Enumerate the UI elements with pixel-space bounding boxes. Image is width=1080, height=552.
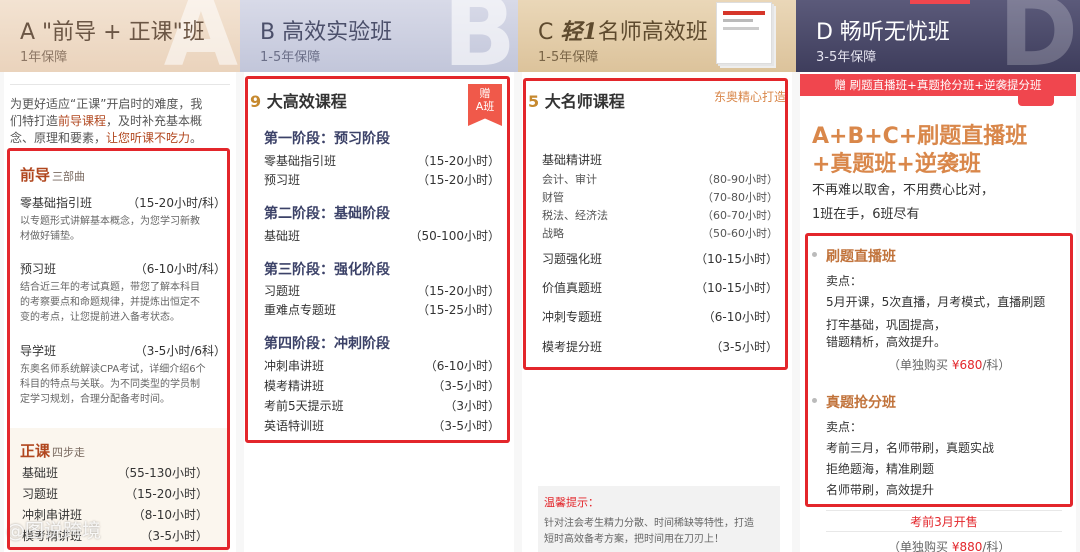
highlight-box (805, 233, 1073, 507)
highlight-box (7, 148, 230, 550)
highlight-box (523, 78, 788, 370)
plan-b-header: B B 高效实验班 1-5年保障 (240, 0, 518, 72)
plan-c-title: C 轻1名师高效班 (538, 19, 708, 45)
brand-logo: 轻1 (560, 19, 598, 45)
tip-text: 短时高效备考方案，把时间用在刀刃上！ (544, 534, 724, 545)
plan-c-header: C 轻1名师高效班 1-5年保障 (518, 0, 796, 72)
plan-a-title: A "前导 + 正课"班 (20, 20, 205, 45)
gift-banner: 赠 刷题直播班+真题抢分班+逆袭提分班 (800, 74, 1076, 96)
highlight-box (245, 76, 510, 443)
plan-c-subtitle: 1-5年保障 (538, 50, 599, 65)
plan-b-subtitle: 1-5年保障 (260, 50, 321, 65)
divider (10, 84, 230, 85)
plan-d-headline: +真题班+逆袭班 (812, 152, 981, 177)
plan-d-column: D D 畅听无忧班 3-5年保障 赠 刷题直播班+真题抢分班+逆袭提分班 A+B… (796, 0, 1080, 552)
sale-notice: 考前3月开售 (826, 510, 1062, 532)
plan-d-desc: 1班在手，6班尽有 (812, 207, 920, 222)
plan-b-letter: B (442, 0, 516, 72)
plan-a-subtitle: 1年保障 (20, 50, 68, 65)
plan-d-desc: 不再难以取舍，不用费心比对， (812, 183, 995, 198)
plan-d-letter: D (998, 0, 1078, 72)
top-accent (910, 0, 970, 4)
plan-d-subtitle: 3-5年保障 (816, 50, 877, 65)
plan-d-title: D 畅听无忧班 (816, 20, 950, 45)
tag-tab (1018, 96, 1054, 106)
plan-c-column: C 轻1名师高效班 1-5年保障 5 大名师课程 东奥精心打造 基础精讲班 会计… (518, 0, 796, 552)
plan-a-header: A A "前导 + 正课"班 1年保障 (0, 0, 240, 72)
book-cover-image (716, 2, 772, 64)
plan-a-column: A A "前导 + 正课"班 1年保障 为更好适应“正课”开启时的难度，我 们特… (0, 0, 240, 552)
tip-title: 温馨提示： (544, 496, 599, 509)
plan-b-title: B 高效实验班 (260, 20, 393, 45)
plan-a-intro: 为更好适应“正课”开启时的难度，我 们特打造前导课程，及时补充基本概 念、原理和… (10, 97, 203, 145)
tip-panel: 温馨提示： 针对注会考生精力分散、时间稀缺等特性，打造 短时高效备考方案，把时间… (538, 486, 780, 552)
tip-text: 针对注会考生精力分散、时间稀缺等特性，打造 (544, 518, 754, 529)
plan-d-header: D D 畅听无忧班 3-5年保障 (796, 0, 1080, 72)
price-text: （单独购买 ¥880/科） (888, 540, 1011, 552)
plan-b-column: B B 高效实验班 1-5年保障 赠 A班 9 大高效课程 第一阶段：预习阶段 … (240, 0, 518, 552)
